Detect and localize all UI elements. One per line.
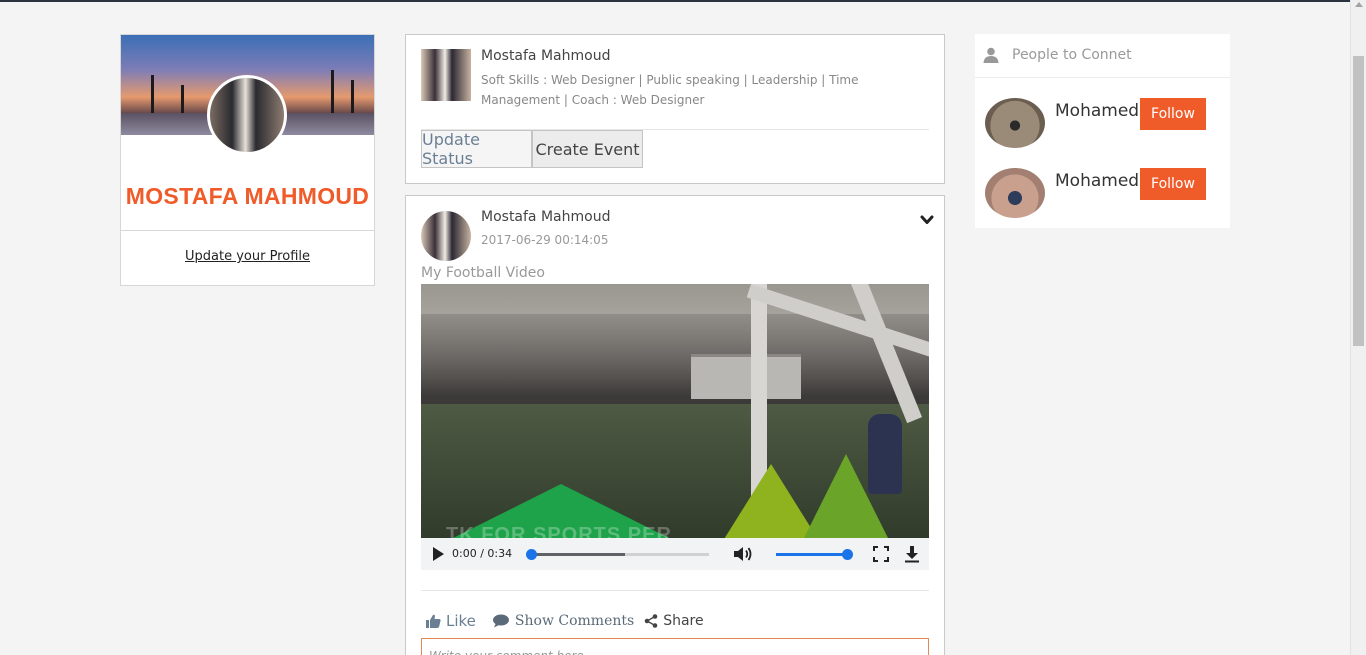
scroll-up-arrow-icon[interactable] [1355, 2, 1363, 7]
composer-author-name[interactable]: Mostafa Mahmoud [481, 48, 610, 64]
follow-button[interactable]: Follow [1140, 168, 1206, 200]
person-avatar[interactable] [985, 98, 1045, 148]
post-actions: Like Show Comments Share [426, 610, 716, 632]
status-composer: Mostafa Mahmoud Soft Skills : Web Design… [405, 34, 945, 184]
suggested-person: Mohamed Follow [985, 168, 1225, 220]
post-author-name[interactable]: Mostafa Mahmoud [481, 209, 610, 225]
create-event-button[interactable]: Create Event [532, 130, 643, 168]
video-time: 0:00 / 0:34 [452, 547, 513, 560]
video-frame-building [691, 354, 801, 399]
video-progress-knob[interactable] [526, 549, 537, 560]
palm-tree [331, 70, 334, 115]
follow-button[interactable]: Follow [1140, 98, 1206, 130]
update-profile-link[interactable]: Update your Profile [121, 249, 374, 264]
video-player[interactable]: TK FOR SPORTS PER 0:00 / 0:34 [421, 284, 929, 570]
video-progress-bar[interactable] [526, 549, 709, 560]
like-label: Like [446, 612, 476, 630]
share-label: Share [663, 613, 704, 629]
panel-title: People to Connet [1012, 47, 1132, 63]
like-button[interactable]: Like [426, 612, 476, 630]
share-button[interactable]: Share [644, 613, 704, 629]
show-comments-button[interactable]: Show Comments [492, 613, 634, 629]
panel-header: People to Connet [975, 34, 1230, 78]
palm-tree [351, 80, 354, 115]
post-caption: My Football Video [421, 265, 545, 281]
post-author-avatar[interactable] [421, 211, 471, 261]
volume-icon[interactable] [733, 546, 753, 562]
overlay-shape [801, 454, 891, 544]
scrollbar-thumb[interactable] [1353, 56, 1364, 346]
update-status-button[interactable]: Update Status [421, 130, 532, 168]
comment-icon [492, 614, 509, 628]
divider [121, 230, 374, 231]
share-icon [644, 614, 658, 628]
author-headline: Soft Skills : Web Designer | Public spea… [481, 73, 859, 107]
volume-knob[interactable] [842, 549, 853, 560]
play-icon[interactable] [433, 547, 444, 561]
top-bar [0, 0, 1350, 2]
video-buffered [531, 553, 626, 556]
person-avatar[interactable] [985, 168, 1045, 218]
person-name[interactable]: Mohamed [1055, 101, 1139, 121]
profile-name: MOSTAFA MAHMOUD [125, 183, 370, 209]
chevron-down-icon[interactable] [920, 213, 934, 227]
page-scrollbar[interactable] [1350, 0, 1366, 655]
thumbs-up-icon [426, 614, 441, 628]
fullscreen-icon[interactable] [873, 546, 889, 562]
comment-input[interactable]: Write your comment here... [421, 638, 929, 655]
download-icon[interactable] [904, 545, 920, 563]
person-name[interactable]: Mohamed [1055, 171, 1139, 191]
palm-tree [151, 75, 154, 115]
post-card: Mostafa Mahmoud 2017-06-29 00:14:05 My F… [405, 195, 945, 655]
author-avatar[interactable] [421, 49, 471, 101]
profile-avatar[interactable] [207, 75, 287, 155]
divider [421, 590, 929, 591]
profile-card: MOSTAFA MAHMOUD Update your Profile [120, 34, 375, 286]
suggested-person: Mohamed Follow [985, 98, 1225, 150]
video-controls: 0:00 / 0:34 [421, 538, 929, 570]
show-comments-label: Show Comments [514, 613, 635, 629]
user-icon [983, 47, 999, 63]
post-timestamp: 2017-06-29 00:14:05 [481, 233, 609, 247]
volume-slider[interactable] [776, 549, 853, 560]
people-to-connect-panel: People to Connet Mohamed Follow Mohamed … [975, 34, 1230, 228]
palm-tree [181, 85, 184, 115]
